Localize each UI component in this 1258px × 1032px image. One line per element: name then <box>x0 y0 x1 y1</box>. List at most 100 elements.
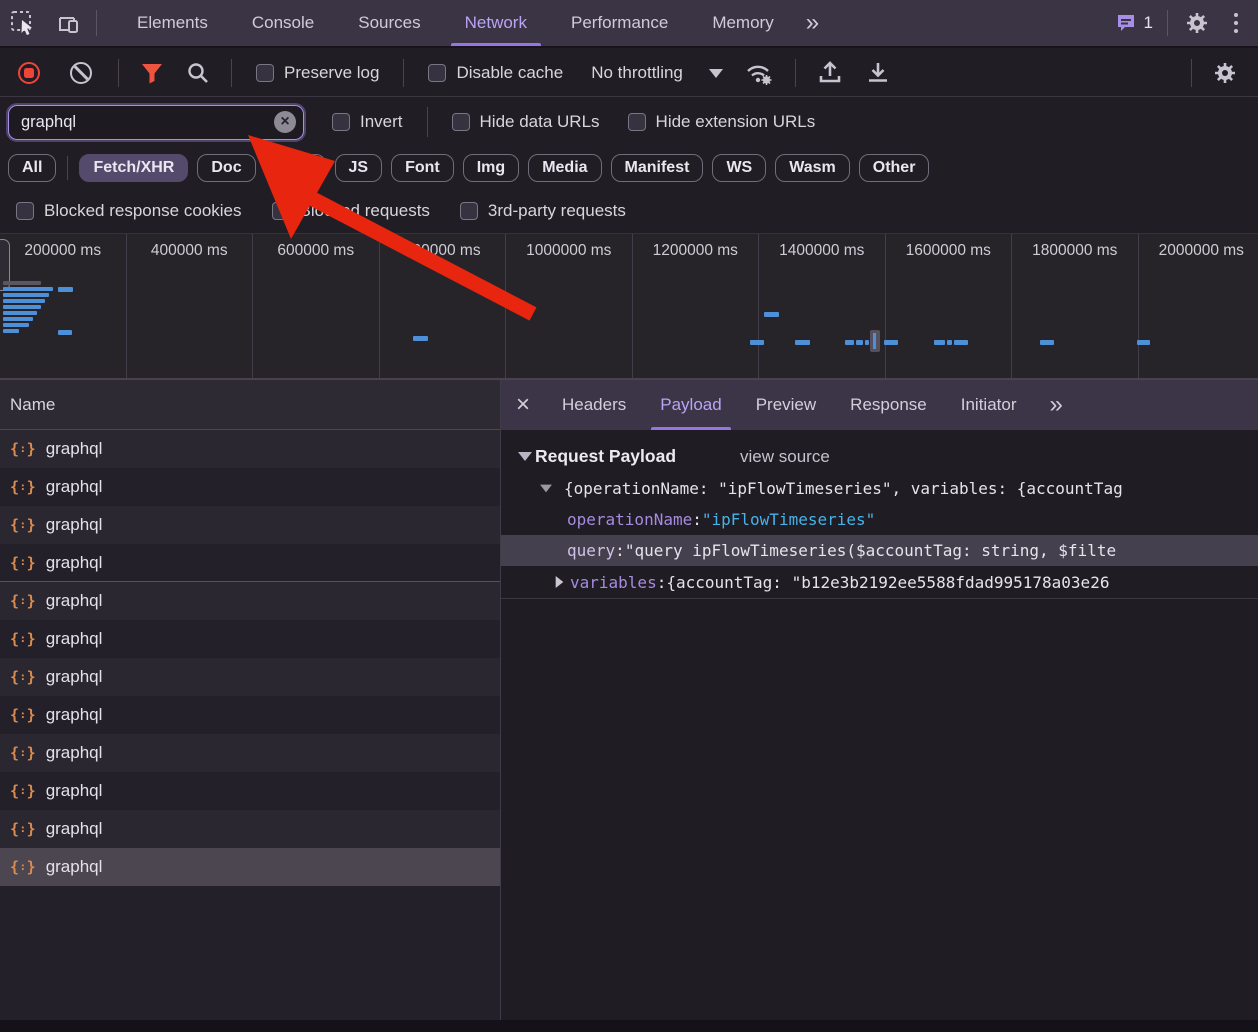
payload-query-line-selected[interactable]: query: "query ipFlowTimeseries($accountT… <box>501 535 1258 566</box>
network-conditions-icon[interactable] <box>733 61 785 85</box>
details-tab-response[interactable]: Response <box>833 380 944 430</box>
brace-glyph: } <box>27 668 36 686</box>
request-row[interactable]: {:}graphql <box>0 468 500 506</box>
invert-checkbox[interactable]: Invert <box>318 112 417 132</box>
details-tab-headers[interactable]: Headers <box>545 380 643 430</box>
tab-sources[interactable]: Sources <box>336 0 442 46</box>
waterfall-bar <box>750 340 764 345</box>
request-row[interactable]: {:}graphql <box>0 582 500 620</box>
network-overview-timeline[interactable]: 200000 ms400000 ms600000 ms800000 ms1000… <box>0 234 1258 380</box>
issues-button[interactable]: 1 <box>1107 12 1161 34</box>
brace-glyph: } <box>27 630 36 648</box>
filter-chip-ws[interactable]: WS <box>712 154 766 182</box>
filter-funnel-icon[interactable] <box>129 62 175 84</box>
network-settings-gear-icon[interactable] <box>1202 61 1248 85</box>
message-bubble-icon <box>1115 12 1137 34</box>
filter-chip-font[interactable]: Font <box>391 154 454 182</box>
close-details-icon[interactable]: × <box>501 380 545 430</box>
timeline-tick-label: 800000 ms <box>380 242 506 260</box>
tab-memory[interactable]: Memory <box>690 0 795 46</box>
checkbox[interactable] <box>332 113 350 131</box>
search-icon[interactable] <box>175 61 221 85</box>
brace-glyph: } <box>27 478 36 496</box>
details-tab-preview[interactable]: Preview <box>739 380 833 430</box>
waterfall-bar <box>58 287 73 292</box>
filter-chip-fetchxhr[interactable]: Fetch/XHR <box>79 154 188 182</box>
filter-chip-doc[interactable]: Doc <box>197 154 255 182</box>
import-har-icon[interactable] <box>806 60 854 86</box>
inspect-element-icon[interactable] <box>0 0 46 46</box>
brace-glyph: { <box>10 630 19 648</box>
filter-chip-media[interactable]: Media <box>528 154 601 182</box>
request-payload-title: Request Payload <box>535 446 676 467</box>
blocked-requests-checkbox[interactable]: Blocked requests <box>257 201 445 221</box>
hide-data-urls-checkbox[interactable]: Hide data URLs <box>438 112 614 132</box>
clear-filter-icon[interactable]: × <box>274 111 296 133</box>
timeline-tick-label: 1800000 ms <box>1012 242 1138 260</box>
kebab-menu-icon[interactable] <box>1222 13 1250 33</box>
fetch-xhr-icon: {:} <box>10 820 36 838</box>
expand-triangle-icon[interactable] <box>556 576 564 588</box>
request-row[interactable]: {:}graphql <box>0 772 500 810</box>
tab-elements[interactable]: Elements <box>115 0 230 46</box>
checkbox[interactable] <box>16 202 34 220</box>
tab-console[interactable]: Console <box>230 0 336 46</box>
payload-variables-line[interactable]: variables: {accountTag: "b12e3b2192ee558… <box>501 566 1258 599</box>
checkbox[interactable] <box>628 113 646 131</box>
filter-chip-manifest[interactable]: Manifest <box>611 154 704 182</box>
filter-chip-css[interactable]: CSS <box>265 154 326 182</box>
more-details-tabs-icon[interactable]: » <box>1039 391 1070 419</box>
filter-chip-other[interactable]: Other <box>859 154 930 182</box>
blocked-response-cookies-checkbox[interactable]: Blocked response cookies <box>0 201 257 221</box>
clear-requests-icon[interactable] <box>70 62 92 84</box>
brace-glyph: { <box>10 554 19 572</box>
checkbox[interactable] <box>452 113 470 131</box>
payload-operation-line[interactable]: operationName: "ipFlowTimeseries" <box>501 504 1258 535</box>
view-source-link[interactable]: view source <box>740 447 830 467</box>
checkbox[interactable] <box>460 202 478 220</box>
request-row[interactable]: {:}graphql <box>0 430 500 468</box>
device-toolbar-icon[interactable] <box>46 0 92 46</box>
fetch-xhr-icon: {:} <box>10 630 36 648</box>
request-row[interactable]: {:}graphql <box>0 620 500 658</box>
tab-network[interactable]: Network <box>443 0 549 46</box>
tab-performance[interactable]: Performance <box>549 0 690 46</box>
payload-summary-line[interactable]: {operationName: "ipFlowTimeseries", vari… <box>501 473 1258 504</box>
disable-cache-checkbox[interactable]: Disable cache <box>414 63 577 83</box>
filter-chip-img[interactable]: Img <box>463 154 519 182</box>
request-row[interactable]: {:}graphql <box>0 696 500 734</box>
settings-gear-icon[interactable] <box>1174 0 1220 46</box>
separator <box>403 59 404 87</box>
request-row[interactable]: {:}graphql <box>0 658 500 696</box>
filter-chip-wasm[interactable]: Wasm <box>775 154 850 182</box>
request-row[interactable]: {:}graphql <box>0 848 500 886</box>
brace-glyph: } <box>27 592 36 610</box>
request-row[interactable]: {:}graphql <box>0 734 500 772</box>
filter-chip-js[interactable]: JS <box>335 154 383 182</box>
filter-input[interactable] <box>8 105 304 140</box>
request-row[interactable]: {:}graphql <box>0 506 500 544</box>
separator <box>118 59 119 87</box>
filter-chip-all[interactable]: All <box>8 154 56 182</box>
details-tab-initiator[interactable]: Initiator <box>944 380 1034 430</box>
request-row[interactable]: {:}graphql <box>0 544 500 582</box>
preserve-log-checkbox[interactable]: Preserve log <box>242 63 393 83</box>
request-row[interactable]: {:}graphql <box>0 810 500 848</box>
expand-triangle-icon[interactable] <box>540 485 552 493</box>
blocked-filters-row: Blocked response cookies Blocked request… <box>0 189 1258 234</box>
brace-glyph: { <box>10 782 19 800</box>
throttling-select[interactable]: No throttling <box>577 63 733 83</box>
more-panels-icon[interactable]: » <box>796 9 827 37</box>
checkbox[interactable] <box>272 202 290 220</box>
third-party-requests-checkbox[interactable]: 3rd-party requests <box>445 201 641 221</box>
collapse-triangle-icon[interactable] <box>518 452 532 461</box>
details-tab-payload[interactable]: Payload <box>643 380 738 430</box>
timeline-column: 600000 ms <box>253 234 380 380</box>
hide-extension-urls-checkbox[interactable]: Hide extension URLs <box>614 112 830 132</box>
name-column-header[interactable]: Name <box>0 380 500 430</box>
checkbox[interactable] <box>256 64 274 82</box>
export-har-icon[interactable] <box>854 60 902 86</box>
network-toolbar: Preserve log Disable cache No throttling <box>0 50 1258 97</box>
checkbox[interactable] <box>428 64 446 82</box>
record-button[interactable] <box>18 62 40 84</box>
